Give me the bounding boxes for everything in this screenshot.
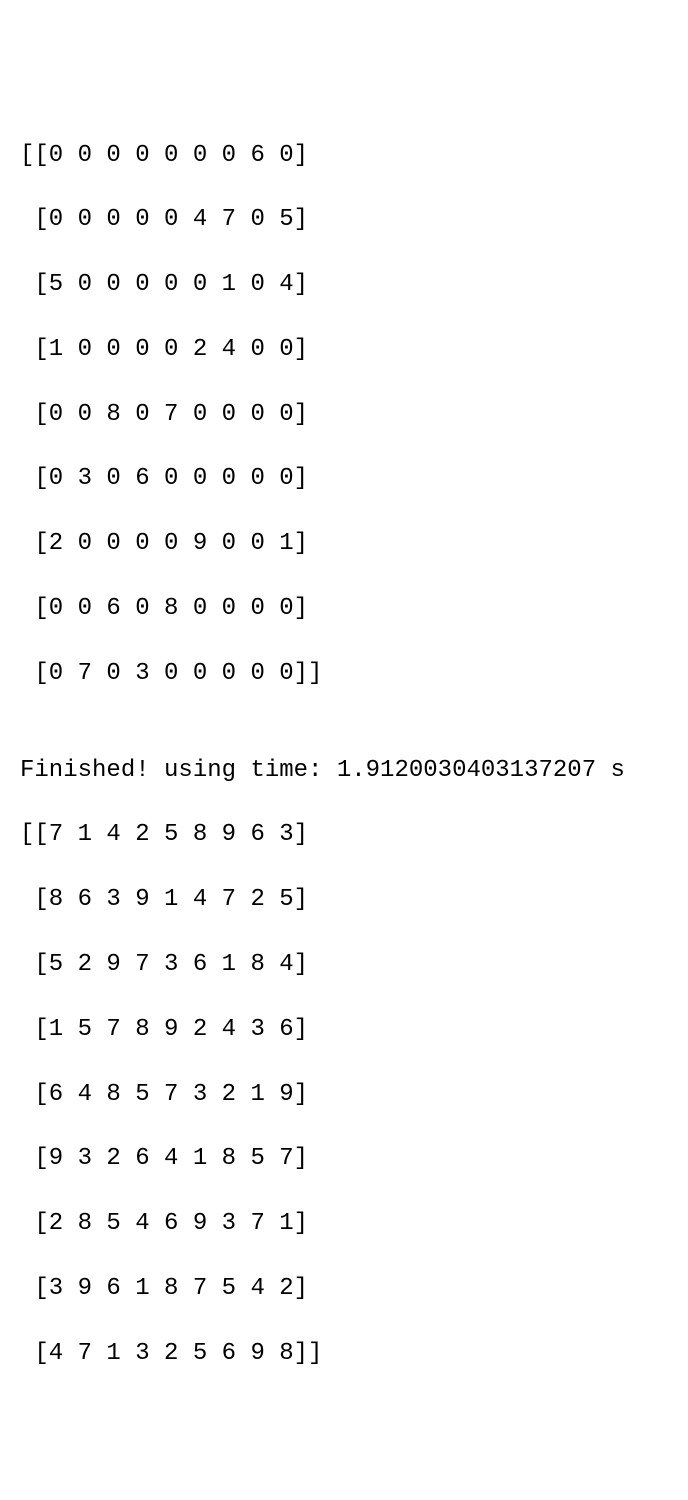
output-row-4: [6 4 8 5 7 3 2 1 9] [20,1079,668,1111]
output-row-7: [3 9 6 1 8 7 5 4 2] [20,1273,668,1305]
input-row-0: [[0 0 0 0 0 0 0 6 0] [20,140,668,172]
input-row-7: [0 0 6 0 8 0 0 0 0] [20,593,668,625]
output-row-8: [4 7 1 3 2 5 6 9 8]] [20,1338,668,1370]
input-row-4: [0 0 8 0 7 0 0 0 0] [20,399,668,431]
output-row-0: [[7 1 4 2 5 8 9 6 3] [20,819,668,851]
input-row-8: [0 7 0 3 0 0 0 0 0]] [20,658,668,690]
input-row-5: [0 3 0 6 0 0 0 0 0] [20,463,668,495]
output-row-2: [5 2 9 7 3 6 1 8 4] [20,949,668,981]
output-row-1: [8 6 3 9 1 4 7 2 5] [20,884,668,916]
input-row-2: [5 0 0 0 0 0 1 0 4] [20,269,668,301]
status-message: Finished! using time: 1.9120030403137207… [20,755,668,787]
output-row-3: [1 5 7 8 9 2 4 3 6] [20,1014,668,1046]
input-row-6: [2 0 0 0 0 9 0 0 1] [20,528,668,560]
output-row-6: [2 8 5 4 6 9 3 7 1] [20,1208,668,1240]
input-row-1: [0 0 0 0 0 4 7 0 5] [20,204,668,236]
output-row-5: [9 3 2 6 4 1 8 5 7] [20,1143,668,1175]
input-row-3: [1 0 0 0 0 2 4 0 0] [20,334,668,366]
